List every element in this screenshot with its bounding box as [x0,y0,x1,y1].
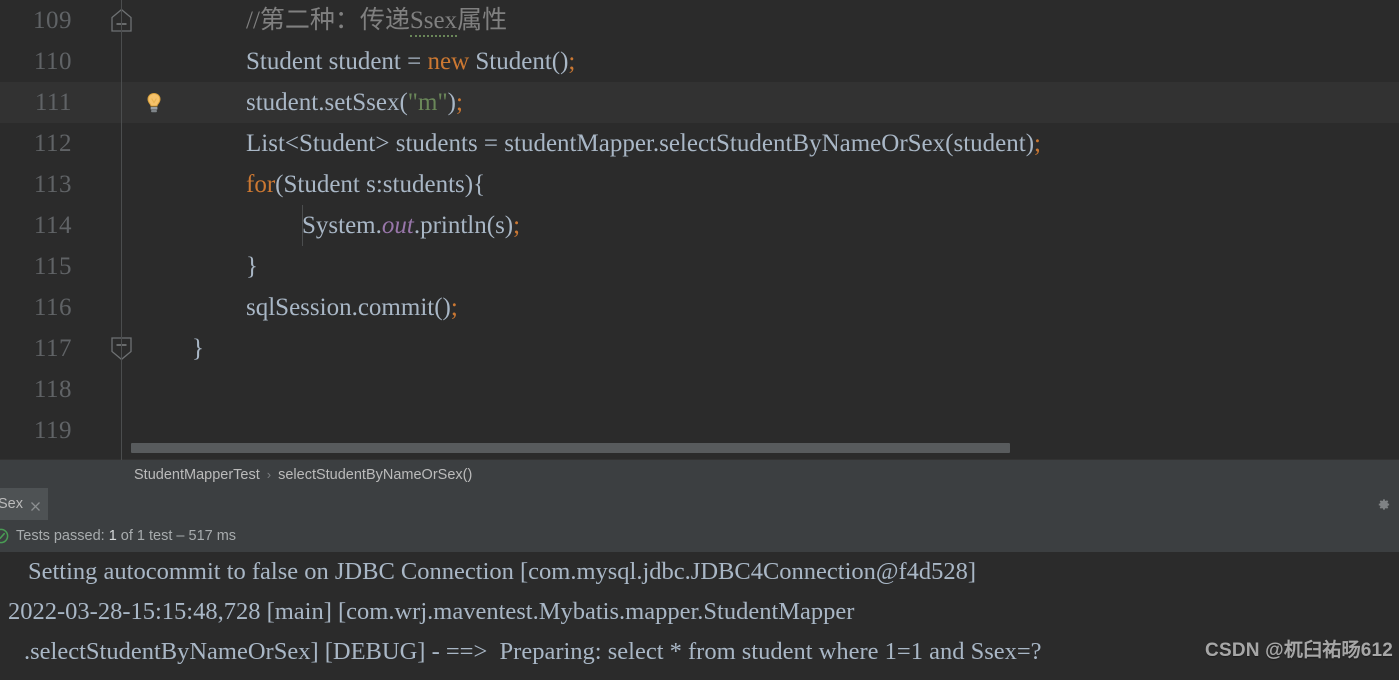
code-token: ) [447,89,456,116]
console-line: Setting autocommit to false on JDBC Conn… [28,558,977,585]
gutter-zone[interactable] [100,82,192,123]
code-token: out [381,212,414,239]
code-text[interactable]: } [192,328,204,369]
code-token: List<Student> students = studentMapper.s… [246,130,1035,157]
test-status-text: Tests passed: 1 of 1 test – 517 ms [16,528,236,544]
code-line-111[interactable]: 111 student.setSsex("m"); [0,82,1399,123]
code-text[interactable]: //第二种：传递Ssex属性 [246,0,507,41]
code-token: } [192,335,204,362]
code-text[interactable]: for(Student s:students){ [246,164,485,205]
editor-horizontal-scrollbar-thumb[interactable] [131,443,1010,453]
intention-lightbulb-icon[interactable] [144,92,164,114]
test-status-count: 1 [108,528,117,544]
editor-horizontal-scrollbar-track[interactable] [122,440,1399,455]
code-line-112[interactable]: 112 List<Student> students = studentMappe… [0,123,1399,164]
code-text[interactable]: sqlSession.commit(); [246,287,458,328]
line-number: 115 [33,253,72,280]
line-number: 109 [33,7,72,34]
code-token: ; [513,212,521,239]
code-token: System. [302,212,382,239]
code-text[interactable]: } [246,246,258,287]
line-number: 117 [33,335,72,362]
code-line-115[interactable]: 115} [0,246,1399,287]
code-line-116[interactable]: 116 sqlSession.commit(); [0,287,1399,328]
gutter-zone[interactable] [100,0,192,41]
gutter-zone[interactable] [100,123,192,164]
test-status-suffix: of 1 test – 517 ms [116,528,237,544]
line-number: 119 [33,417,72,444]
test-status-prefix: Tests passed: [16,528,109,544]
code-text[interactable]: List<Student> students = studentMapper.s… [246,123,1041,164]
indent-guide [302,205,303,246]
code-token: } [246,253,258,280]
gutter-separator [121,0,122,460]
line-number: 110 [33,48,72,75]
code-token: ; [455,89,463,116]
code-line-113[interactable]: 113 for(Student s:students){ [0,164,1399,205]
gutter-zone[interactable] [100,205,192,246]
code-line-114[interactable]: 114 System.out.println(s); [0,205,1399,246]
code-token: ; [568,48,576,75]
line-number: 114 [33,212,72,239]
gutter-zone[interactable] [100,41,192,82]
csdn-watermark: CSDN @杌臼祐旸612 [1205,640,1393,661]
code-text[interactable]: Student student = new Student(); [246,41,575,82]
code-token: ; [1034,130,1041,157]
code-token: Student student = [246,48,428,75]
breadcrumb-bar: StudentMapperTest › selectStudentByNameOrS… [0,459,1399,489]
run-tool-window-tab-bar: Sex [0,488,1399,520]
gear-icon[interactable] [1376,497,1391,512]
code-token: for [246,171,276,198]
code-line-117[interactable]: 117} [0,328,1399,369]
close-icon[interactable] [30,499,41,511]
line-number: 116 [33,294,72,321]
code-token: .println(s) [413,212,514,239]
console-output[interactable]: Setting autocommit to false on JDBC Conn… [0,552,1399,680]
code-token: 属性 [457,7,508,34]
test-passed-icon [0,528,9,544]
line-number: 118 [33,376,72,403]
code-token: new [427,48,470,75]
test-status-bar: Tests passed: 1 of 1 test – 517 ms [0,520,1399,552]
console-line: .selectStudentByNameOrSex] [DEBUG] - ==>… [24,638,1042,665]
breadcrumb-separator-icon: › [266,467,272,482]
line-number: 111 [34,89,72,116]
code-editor[interactable]: 109 //第二种：传递Ssex属性 110 Student student = ne… [0,0,1399,460]
console-line: 2022-03-28-15:15:48,728 [main] [com.wrj.… [8,598,855,625]
breadcrumb: StudentMapperTest › selectStudentByNameOrS… [134,460,472,489]
code-line-110[interactable]: 110 Student student = new Student(); [0,41,1399,82]
code-token: Student() [469,48,569,75]
breadcrumb-class[interactable]: StudentMapperTest [134,467,260,483]
code-token: //第二种：传递 [246,7,410,34]
code-text[interactable]: System.out.println(s); [302,205,520,246]
gutter-zone[interactable] [100,164,192,205]
gutter-zone[interactable] [100,287,192,328]
gutter-zone[interactable] [100,328,192,369]
code-line-list: 109 //第二种：传递Ssex属性 110 Student student = ne… [0,0,1399,451]
gutter-zone[interactable] [100,246,192,287]
code-line-109[interactable]: 109 //第二种：传递Ssex属性 [0,0,1399,41]
run-tab-label: Sex [0,496,23,512]
code-text[interactable]: student.setSsex("m"); [246,82,463,123]
code-token: student.setSsex( [246,89,408,116]
code-token: Ssex [409,7,458,37]
line-number: 113 [33,171,72,198]
run-tab-sex[interactable]: Sex [0,488,48,520]
code-token: ; [450,294,458,321]
code-line-118[interactable]: 118 [0,369,1399,410]
line-number: 112 [33,130,72,157]
breadcrumb-method[interactable]: selectStudentByNameOrSex() [278,467,472,483]
code-token: (Student s:students){ [275,171,486,198]
gutter-zone[interactable] [100,369,192,410]
code-token: sqlSession.commit() [246,294,451,321]
code-token: "m" [407,89,448,116]
